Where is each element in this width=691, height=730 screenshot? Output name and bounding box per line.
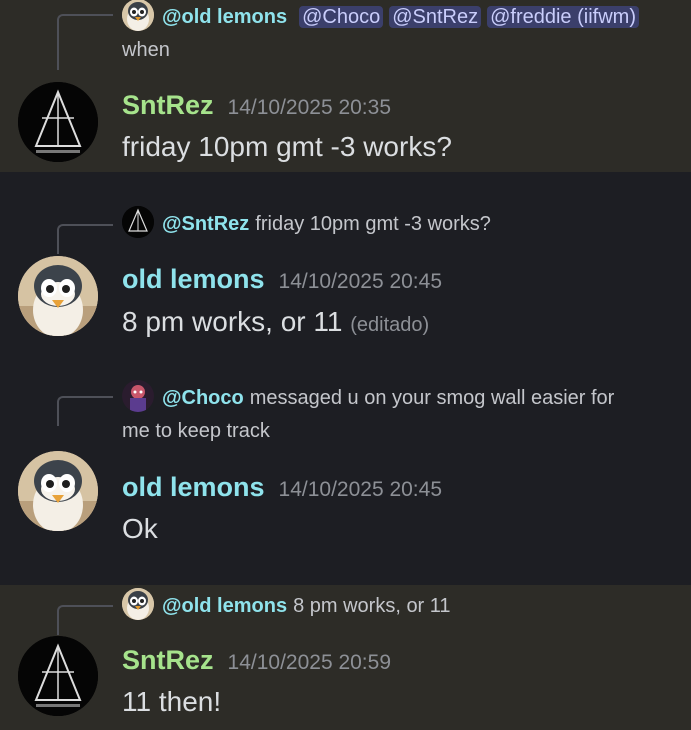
sntrez-avatar[interactable] <box>18 82 98 162</box>
reply-preview[interactable]: @old lemons @Choco @SntRez @freddie (iifwm)… <box>122 0 677 67</box>
timestamp[interactable]: 14/10/2025 20:35 <box>228 96 392 119</box>
message-2: @SntRez friday 10pm gmt -3 works? old lem… <box>0 172 691 356</box>
message-header: old lemons 14/10/2025 20:45 <box>122 261 442 300</box>
reply-connector <box>57 396 113 426</box>
old-lemons-mini-avatar <box>122 587 154 620</box>
reply-connector <box>57 14 113 70</box>
timestamp[interactable]: 14/10/2025 20:45 <box>279 478 443 501</box>
message-header: SntRez 14/10/2025 20:35 <box>122 87 391 126</box>
message-header: SntRez 14/10/2025 20:59 <box>122 642 391 681</box>
message-content: 8 pm works, or 11 <box>122 306 343 337</box>
sntrez-mini-avatar <box>122 205 154 238</box>
message-4: @old lemons 8 pm works, or 11 SntRez 14/10… <box>0 585 691 730</box>
reply-author[interactable]: @old lemons <box>162 595 287 617</box>
choco-mini-avatar <box>122 379 154 412</box>
message-1: @old lemons @Choco @SntRez @freddie (iifwm)… <box>0 0 691 172</box>
author-name[interactable]: SntRez <box>122 90 214 120</box>
reply-connector <box>57 224 113 254</box>
message-text: Ok <box>122 513 158 544</box>
sntrez-avatar[interactable] <box>18 636 98 716</box>
edited-indicator: (editado) <box>350 314 430 336</box>
author-name[interactable]: old lemons <box>122 472 265 502</box>
reply-author[interactable]: @SntRez <box>162 213 249 235</box>
old-lemons-mini-avatar <box>122 0 154 31</box>
message-text: 8 pm works, or 11 (editado) <box>122 304 429 343</box>
reply-text: when <box>122 39 170 61</box>
reply-text: messaged u on your smog wall easier for <box>249 387 615 409</box>
reply-text: 8 pm works, or 11 <box>293 595 451 617</box>
author-name[interactable]: SntRez <box>122 645 214 675</box>
reply-author[interactable]: @Choco <box>162 387 244 409</box>
mention-choco[interactable]: @Choco <box>299 6 384 28</box>
old-lemons-avatar[interactable] <box>18 451 98 531</box>
timestamp[interactable]: 14/10/2025 20:59 <box>228 651 392 674</box>
reply-connector <box>57 605 113 635</box>
message-3: @Choco messaged u on your smog wall easie… <box>0 356 691 585</box>
mention-freddie[interactable]: @freddie (iifwm) <box>487 6 639 28</box>
old-lemons-avatar[interactable] <box>18 256 98 336</box>
message-text: 11 then! <box>122 686 222 717</box>
reply-text-line-2: me to keep track <box>122 420 270 442</box>
author-name[interactable]: old lemons <box>122 264 265 294</box>
reply-preview[interactable]: @old lemons 8 pm works, or 11 <box>122 587 677 623</box>
reply-preview[interactable]: @Choco messaged u on your smog wall easie… <box>122 379 677 448</box>
mention-sntrez[interactable]: @SntRez <box>389 6 482 28</box>
reply-preview[interactable]: @SntRez friday 10pm gmt -3 works? <box>122 205 677 241</box>
message-text: friday 10pm gmt -3 works? <box>122 131 452 162</box>
message-header: old lemons 14/10/2025 20:45 <box>122 469 442 508</box>
reply-text: friday 10pm gmt -3 works? <box>255 213 491 235</box>
reply-author[interactable]: @old lemons <box>162 6 287 28</box>
timestamp[interactable]: 14/10/2025 20:45 <box>279 270 443 293</box>
